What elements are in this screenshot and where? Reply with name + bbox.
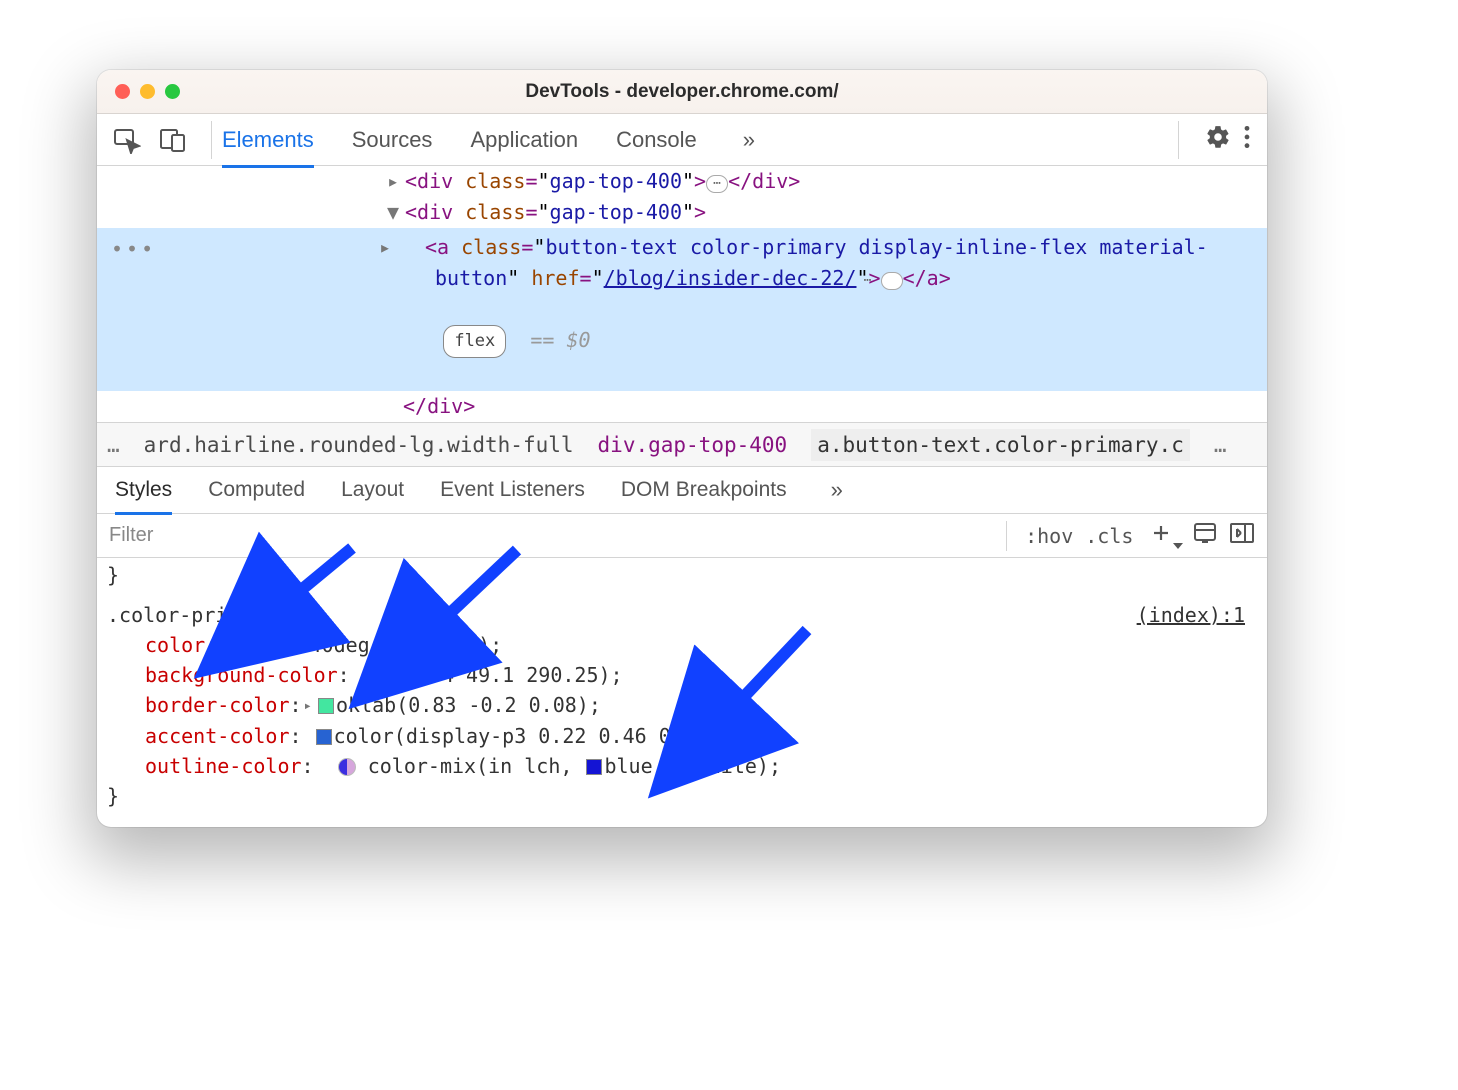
css-rule-cutoff[interactable]: (index):1 .button-text { bbox=[107, 811, 1257, 827]
titlebar: DevTools - developer.chrome.com/ bbox=[97, 70, 1267, 114]
css-close-brace: } bbox=[107, 560, 1257, 590]
subtab-event-listeners[interactable]: Event Listeners bbox=[440, 468, 585, 512]
tab-application[interactable]: Application bbox=[470, 115, 578, 165]
traffic-lights bbox=[97, 84, 180, 99]
window-title: DevTools - developer.chrome.com/ bbox=[97, 81, 1267, 103]
toggle-sidebar-icon[interactable] bbox=[1229, 521, 1255, 551]
dom-node-selected[interactable]: ••• ▸<a class="button-text color-primary… bbox=[97, 228, 1267, 391]
rule-source-link[interactable]: (index):1 bbox=[1137, 600, 1245, 630]
dom-tree[interactable]: ▸<div class="gap-top-400">⋯</div> ▼<div … bbox=[97, 166, 1267, 422]
tab-console[interactable]: Console bbox=[616, 115, 697, 165]
subtab-computed[interactable]: Computed bbox=[208, 468, 305, 512]
crumb-item[interactable]: div.gap-top-400 bbox=[598, 433, 788, 457]
breadcrumb[interactable]: … ard.hairline.rounded-lg.width-full div… bbox=[97, 422, 1267, 466]
dom-node[interactable]: ▼<div class="gap-top-400"> bbox=[97, 197, 1267, 228]
color-swatch-icon[interactable] bbox=[318, 698, 334, 714]
color-swatch-icon[interactable] bbox=[586, 759, 602, 775]
href-link[interactable]: /blog/insider-dec-22/ bbox=[604, 266, 857, 290]
css-close-brace: } bbox=[107, 781, 1257, 811]
divider bbox=[211, 121, 212, 159]
dom-node[interactable]: </div> bbox=[97, 391, 1267, 422]
new-style-rule-button[interactable] bbox=[1149, 521, 1183, 551]
flex-badge[interactable]: flex bbox=[443, 325, 506, 358]
color-swatch-icon[interactable] bbox=[316, 729, 332, 745]
main-tabbar: Elements Sources Application Console » bbox=[97, 114, 1267, 166]
dollar-zero: == $0 bbox=[530, 328, 590, 352]
divider bbox=[1006, 521, 1007, 551]
css-declaration[interactable]: accent-color: color(display-p3 0.22 0.46… bbox=[107, 721, 1257, 751]
css-rule[interactable]: (index):1 .color-primary { color: hsl(24… bbox=[107, 600, 1257, 811]
devtools-window: DevTools - developer.chrome.com/ Element… bbox=[97, 70, 1267, 827]
close-window-button[interactable] bbox=[115, 84, 130, 99]
css-selector[interactable]: .color-primary bbox=[107, 603, 288, 627]
device-toggle-icon[interactable] bbox=[159, 126, 187, 154]
css-declaration[interactable]: background-color: lch(54 49.1 290.25); bbox=[107, 660, 1257, 690]
tab-sources[interactable]: Sources bbox=[352, 115, 433, 165]
more-actions-icon[interactable]: ••• bbox=[111, 234, 156, 265]
styles-tabbar: Styles Computed Layout Event Listeners D… bbox=[97, 466, 1267, 514]
css-declaration[interactable]: color: hsl(240deg 100% 50%); bbox=[107, 630, 1257, 660]
color-swatch-icon[interactable] bbox=[364, 668, 380, 684]
css-declaration[interactable]: border-color:▸oklab(0.83 -0.2 0.08); bbox=[107, 690, 1257, 721]
color-swatch-icon[interactable] bbox=[679, 759, 695, 775]
color-mix-swatch-icon[interactable] bbox=[338, 758, 356, 776]
crumb-item[interactable]: ard.hairline.rounded-lg.width-full bbox=[144, 433, 574, 457]
settings-gear-icon[interactable] bbox=[1205, 124, 1231, 155]
crumb-item-selected[interactable]: a.button-text.color-primary.c bbox=[811, 429, 1190, 461]
styles-toolbar: :hov .cls bbox=[97, 514, 1267, 558]
more-options-icon[interactable] bbox=[1243, 124, 1251, 155]
subtab-dom-breakpoints[interactable]: DOM Breakpoints bbox=[621, 468, 787, 512]
toggle-hover-button[interactable]: :hov bbox=[1019, 524, 1079, 548]
css-declaration[interactable]: outline-color: color-mix(in lch, blue, w… bbox=[107, 751, 1257, 781]
subtab-layout[interactable]: Layout bbox=[341, 468, 404, 512]
tab-elements[interactable]: Elements bbox=[222, 115, 314, 168]
crumb-overflow-right[interactable]: … bbox=[1214, 433, 1227, 457]
css-rules-pane[interactable]: } (index):1 .color-primary { color: hsl(… bbox=[97, 558, 1267, 827]
divider bbox=[1178, 121, 1179, 159]
top-tabs: Elements Sources Application Console » bbox=[222, 115, 763, 165]
color-swatch-icon[interactable] bbox=[231, 638, 247, 654]
inspect-element-icon[interactable] bbox=[113, 126, 141, 154]
more-tabs-button[interactable]: » bbox=[735, 127, 763, 153]
crumb-overflow-left[interactable]: … bbox=[107, 433, 120, 457]
more-subtabs-button[interactable]: » bbox=[823, 477, 851, 503]
zoom-window-button[interactable] bbox=[165, 84, 180, 99]
minimize-window-button[interactable] bbox=[140, 84, 155, 99]
computed-styles-toggle-icon[interactable] bbox=[1193, 521, 1219, 551]
toggle-classes-button[interactable]: .cls bbox=[1079, 524, 1139, 548]
subtab-styles[interactable]: Styles bbox=[115, 468, 172, 515]
filter-input[interactable] bbox=[109, 524, 994, 547]
dom-node[interactable]: ▸<div class="gap-top-400">⋯</div> bbox=[97, 166, 1267, 197]
